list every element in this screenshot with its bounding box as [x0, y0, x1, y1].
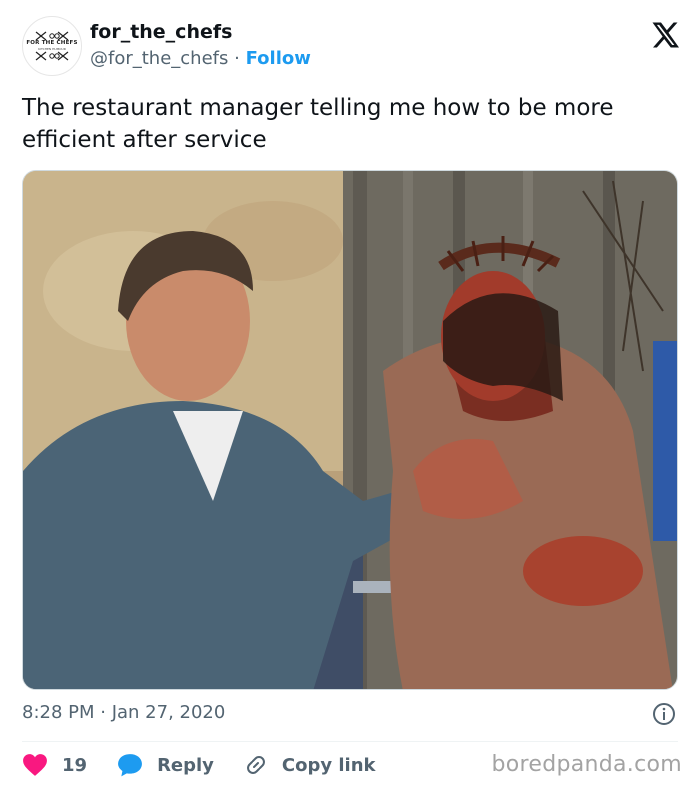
copy-link-button[interactable]: Copy link: [244, 753, 376, 777]
x-logo-icon[interactable]: [650, 20, 680, 50]
reply-bubble-icon: [118, 754, 142, 777]
tweet-header: FOR THE CHEFS KITCHEN HUMOUR for_the_che…: [22, 16, 682, 78]
tweet-photo[interactable]: [22, 170, 678, 690]
like-count: 19: [62, 754, 88, 776]
link-icon: [246, 756, 265, 774]
heart-icon: [23, 754, 47, 776]
reply-button[interactable]: Reply: [117, 753, 214, 777]
author-info: for_the_chefs @for_the_chefs · Follow: [90, 20, 311, 72]
meme-image: [23, 171, 677, 689]
avatar-logo-text: FOR THE CHEFS: [26, 40, 78, 47]
avatar[interactable]: FOR THE CHEFS KITCHEN HUMOUR: [22, 16, 82, 76]
info-icon[interactable]: [652, 702, 676, 726]
copy-link-label: Copy link: [281, 754, 376, 776]
separator: ·: [234, 48, 240, 69]
handle-row: @for_the_chefs · Follow: [90, 46, 311, 72]
follow-button[interactable]: Follow: [246, 48, 311, 69]
tweet-timestamp[interactable]: 8:28 PM · Jan 27, 2020: [22, 700, 225, 726]
display-name[interactable]: for_the_chefs: [90, 20, 311, 44]
action-bar: 19 Reply Copy link: [22, 750, 406, 780]
tweet-text: The restaurant manager telling me how to…: [22, 95, 614, 153]
like-button[interactable]: 19: [22, 753, 87, 777]
handle[interactable]: @for_the_chefs: [90, 48, 228, 69]
knife-fork-icon: [35, 51, 69, 61]
watermark: boredpanda.com: [491, 752, 682, 777]
divider: [22, 741, 678, 742]
reply-label: Reply: [157, 754, 214, 776]
